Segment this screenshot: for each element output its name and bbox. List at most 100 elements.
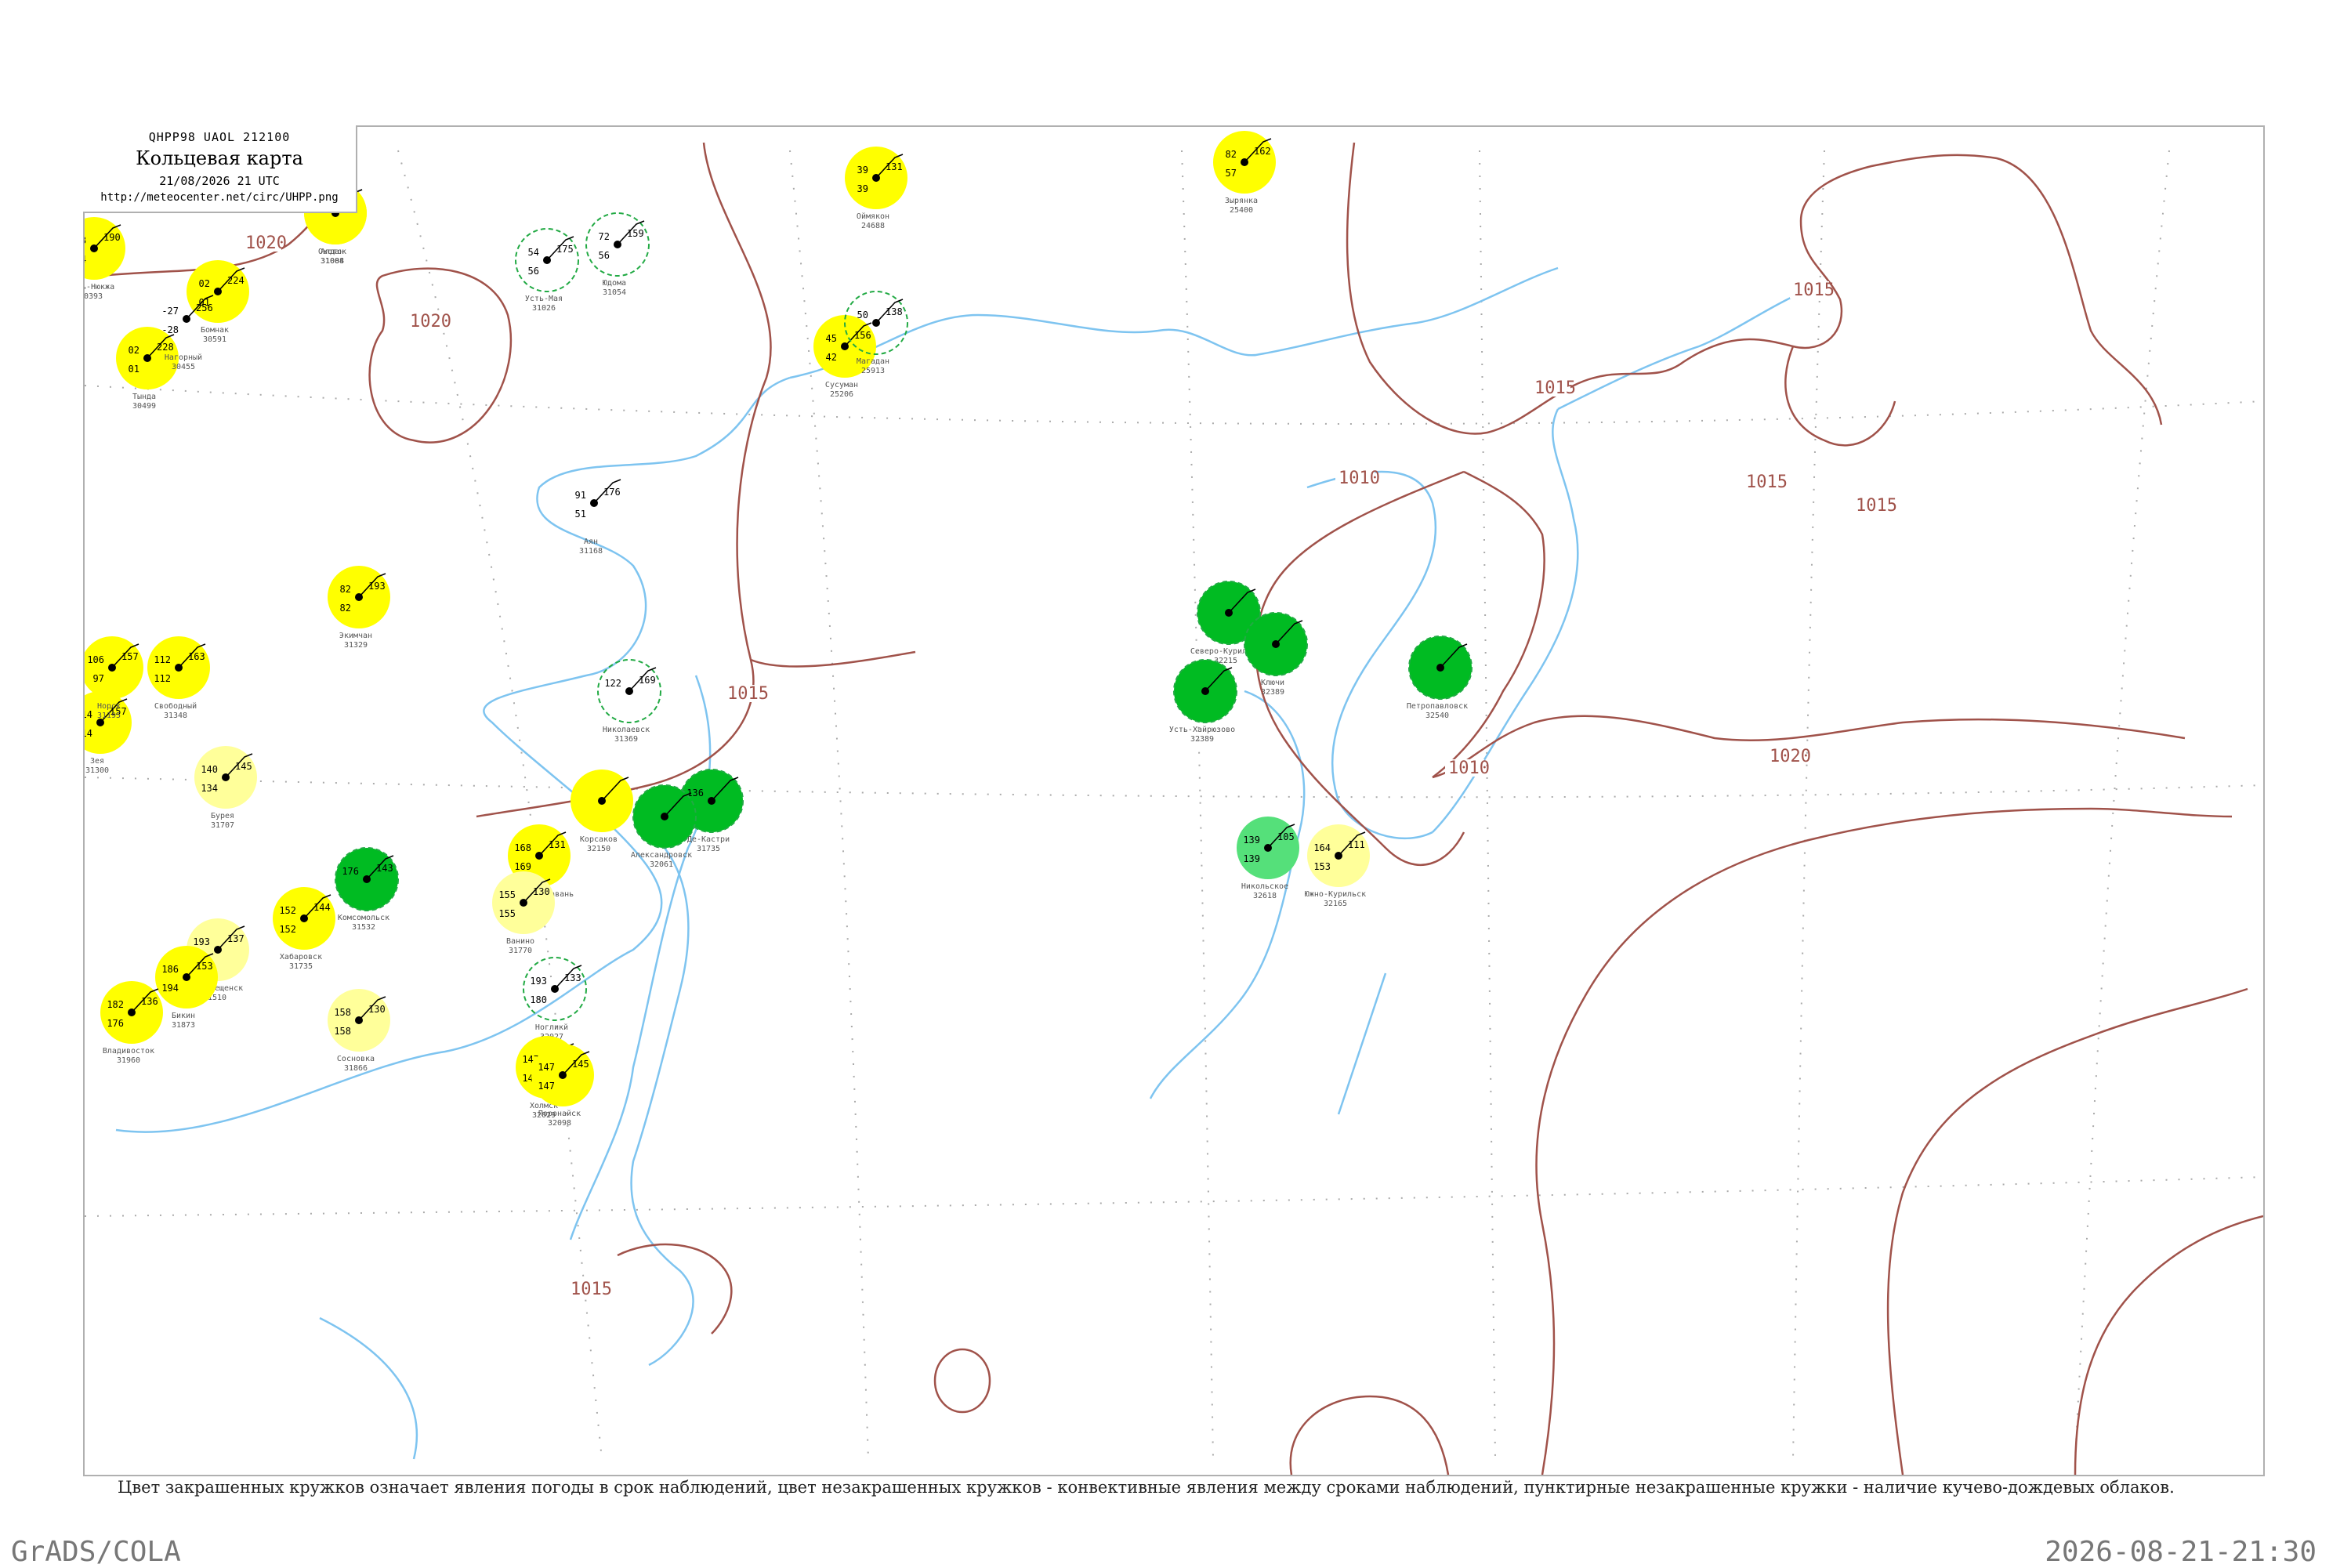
station-31168[interactable]: 91 51 176 Аян31168 <box>575 479 621 556</box>
isobar-label: 1015 <box>1746 473 1788 492</box>
dewpoint-value: 139 <box>1243 853 1260 864</box>
dewpoint-value: 56 <box>599 250 610 261</box>
station-32150[interactable]: Корсаков32150 <box>571 770 633 853</box>
station-index: 32540 <box>1425 712 1449 720</box>
station-31329[interactable]: 82 82 193 Экимчан31329 <box>328 566 390 650</box>
station-name: Ванино <box>506 937 534 946</box>
temperature-value: 193 <box>530 976 547 987</box>
station-name: Поронайск <box>538 1109 581 1118</box>
station-name: Норск <box>97 702 121 711</box>
map-frame: 1020 1020 1015 1015 1015 1010 1010 1015 1020 1015… <box>83 125 2265 1476</box>
bulletin-code: QHPP98 UAOL 212100 <box>148 130 291 144</box>
source-url[interactable]: http://meteocenter.net/circ/UHPP.png <box>83 191 356 204</box>
temperature-value: 54 <box>528 247 539 258</box>
dewpoint-value: 44 <box>85 254 86 265</box>
station-31735[interactable]: 152 152 144 Хабаровск31735 <box>273 887 335 971</box>
station-31866[interactable]: 158 158 130 Сосновка31866 <box>328 989 390 1073</box>
temperature-value: 140 <box>201 764 218 775</box>
station-32061[interactable]: Александровск32061 <box>631 784 697 869</box>
pressure-value: 176 <box>603 487 621 498</box>
temperature-value: 176 <box>342 866 359 877</box>
station-25400[interactable]: 82 57 162 Зырянка25400 <box>1213 131 1276 215</box>
pressure-value: 136 <box>141 996 158 1007</box>
dewpoint-value: 147 <box>538 1081 555 1092</box>
temperature-value: 106 <box>87 654 104 665</box>
dewpoint-value: 152 <box>279 924 296 935</box>
station-name: Хабаровск <box>280 952 322 961</box>
pressure-value: 145 <box>572 1059 589 1070</box>
station-32165[interactable]: 164 153 111 Южно-Курильск32165 <box>1305 824 1370 908</box>
temperature-value: 112 <box>154 654 171 665</box>
temperature-value: 58 <box>85 235 86 246</box>
station-31960[interactable]: 182 176 136 Владивосток31960 <box>100 981 163 1065</box>
pressure-value: 133 <box>564 972 581 983</box>
station-31054[interactable]: 72 56 159 Юдома31054 <box>585 212 650 297</box>
temperature-value: 168 <box>514 842 531 853</box>
temperature-value: 122 <box>604 678 621 689</box>
pressure-value: 156 <box>854 330 871 341</box>
pressure-value: 256 <box>196 302 213 313</box>
pressure-value: 157 <box>121 651 139 662</box>
station-31369[interactable]: 122 169 Николаевск31369 <box>597 659 661 744</box>
station-32540[interactable]: Петропавловск32540 <box>1407 636 1473 720</box>
station-index: 31369 <box>614 735 638 744</box>
station-30393[interactable]: 58 44 190 Усть-Нюкжа30393 <box>85 217 125 301</box>
station-31026[interactable]: 54 56 175 Усть-Мая31026 <box>515 228 579 313</box>
pressure-value: 175 <box>556 244 574 255</box>
isobar-label: 1015 <box>1856 496 1897 516</box>
station-index: 25400 <box>1230 206 1253 215</box>
station-index: 31348 <box>164 712 187 720</box>
station-32389[interactable]: Ключи32389 <box>1244 612 1308 697</box>
dewpoint-value: 176 <box>107 1018 124 1029</box>
isobar-label: 1020 <box>1770 747 1811 766</box>
isobar-label: 1020 <box>245 234 287 253</box>
station-31770[interactable]: 155 155 130 Ванино31770 <box>492 871 555 955</box>
station-name: Комсомольск <box>338 914 389 922</box>
isobar-label: 1015 <box>571 1280 612 1299</box>
pressure-value: 137 <box>227 933 245 944</box>
station-index: 31735 <box>289 962 313 971</box>
station-index: 31532 <box>352 923 375 932</box>
station-32098[interactable]: 147 147 145 Поронайск32098 <box>531 1044 594 1128</box>
temperature-value: 50 <box>857 310 868 320</box>
temperature-value: 02 <box>199 278 210 289</box>
dewpoint-value: 57 <box>1226 168 1237 179</box>
timestamp: 2026-08-21-21:30 <box>2045 1536 2317 1568</box>
station-index: 31866 <box>344 1064 368 1073</box>
temperature-value: 139 <box>1243 835 1260 846</box>
station-30499[interactable]: 02 01 228 Тында30499 <box>116 327 179 411</box>
isobar-label: 1010 <box>1448 759 1490 778</box>
station-name: Охотск <box>318 248 346 256</box>
station-index: 30455 <box>172 363 195 371</box>
station-name: Бурея <box>211 812 234 820</box>
station-31873[interactable]: 186 194 153 Бикин31873 <box>155 946 218 1030</box>
dewpoint-value: 56 <box>528 266 539 277</box>
station-name: Никольское <box>1241 882 1288 891</box>
temperature-value: 39 <box>857 165 868 176</box>
isobar-label: 1015 <box>727 684 769 704</box>
station-24688[interactable]: 39 39 131 Оймякон24688 <box>845 147 907 230</box>
station-name: Ногликй <box>535 1023 568 1032</box>
isobars <box>100 142 2263 1475</box>
station-index: 31735 <box>697 845 720 853</box>
station-index: 31329 <box>344 641 368 650</box>
station-31348[interactable]: 112 112 163 Свободный31348 <box>147 636 210 720</box>
station-index: 25913 <box>861 367 885 375</box>
station-index: 31770 <box>509 947 532 955</box>
station-index: 25206 <box>830 390 853 399</box>
station-32027[interactable]: 193180133Ногликй32027 <box>523 957 587 1041</box>
dewpoint-value: 134 <box>201 783 218 794</box>
map-date: 21/08/2026 21 UTC <box>159 174 280 188</box>
dewpoint-value: 169 <box>514 861 531 872</box>
pressure-value: 228 <box>157 342 174 353</box>
station-32389[interactable]: Усть-Хайрюзово32389 <box>1169 659 1237 744</box>
station-31532[interactable]: 176 143 Комсомольск31532 <box>335 847 399 932</box>
station-name: Александровск <box>631 851 692 860</box>
station-name: Де-Кастри <box>687 835 730 844</box>
dewpoint-value: 51 <box>575 509 586 520</box>
station-name: Николаевск <box>603 726 650 734</box>
station-32618[interactable]: 139 139 105 Никольское32618 <box>1237 817 1299 900</box>
station-31707[interactable]: 140 134 145 Бурея31707 <box>194 746 257 830</box>
pressure-value: 105 <box>1277 831 1295 842</box>
temperature-value: 152 <box>279 905 296 916</box>
